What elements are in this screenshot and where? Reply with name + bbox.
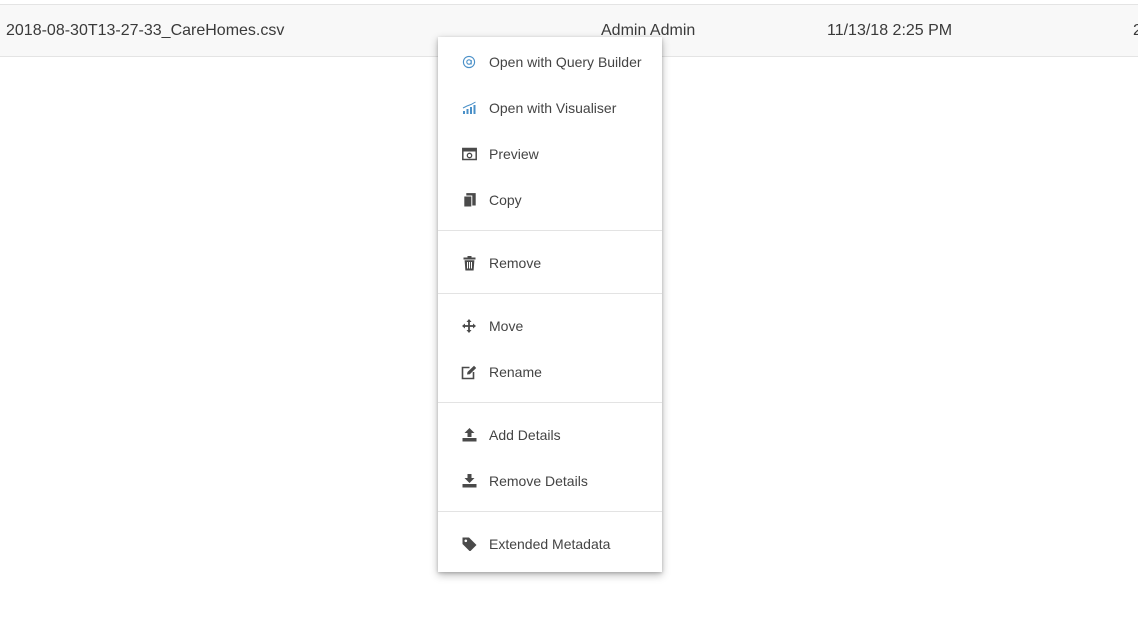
menu-item-label: Preview	[489, 146, 539, 162]
menu-item-label: Remove Details	[489, 473, 588, 489]
preview-icon	[461, 146, 477, 162]
visualiser-icon	[461, 100, 477, 116]
trash-icon	[461, 255, 477, 271]
menu-divider	[438, 511, 662, 512]
move-icon	[461, 318, 477, 334]
menu-divider	[438, 293, 662, 294]
menu-item-move[interactable]: Move	[438, 303, 662, 349]
menu-item-preview[interactable]: Preview	[438, 131, 662, 177]
menu-item-extended-metadata[interactable]: Extended Metadata	[438, 521, 662, 567]
context-menu: Open with Query Builder Open with Visual…	[438, 37, 662, 572]
menu-item-label: Open with Visualiser	[489, 100, 617, 116]
file-size: 2	[1133, 22, 1138, 39]
menu-item-add-details[interactable]: Add Details	[438, 412, 662, 458]
menu-item-label: Remove	[489, 255, 542, 271]
tag-icon	[461, 536, 477, 552]
query-builder-icon	[461, 54, 477, 70]
menu-item-label: Rename	[489, 364, 542, 380]
file-name[interactable]: 2018-08-30T13-27-33_CareHomes.csv	[6, 5, 284, 56]
menu-item-open-visualiser[interactable]: Open with Visualiser	[438, 85, 662, 131]
edit-icon	[461, 364, 477, 380]
menu-item-open-query-builder[interactable]: Open with Query Builder	[438, 39, 662, 85]
menu-item-label: Extended Metadata	[489, 536, 611, 552]
menu-divider	[438, 230, 662, 231]
menu-item-remove[interactable]: Remove	[438, 240, 662, 286]
menu-item-copy[interactable]: Copy	[438, 177, 662, 223]
menu-item-label: Add Details	[489, 427, 561, 443]
menu-item-label: Copy	[489, 192, 522, 208]
menu-item-rename[interactable]: Rename	[438, 349, 662, 395]
file-modified-date: 11/13/18 2:25 PM	[827, 22, 953, 39]
menu-item-remove-details[interactable]: Remove Details	[438, 458, 662, 504]
upload-icon	[461, 427, 477, 443]
copy-icon	[461, 192, 477, 208]
menu-divider	[438, 402, 662, 403]
menu-item-label: Open with Query Builder	[489, 54, 642, 70]
download-icon	[461, 473, 477, 489]
menu-item-label: Move	[489, 318, 524, 334]
